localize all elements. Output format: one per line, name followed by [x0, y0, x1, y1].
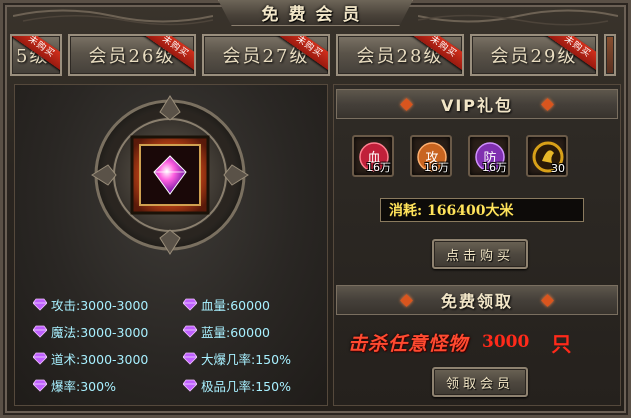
vip-item-defense[interactable]: 防 16万	[468, 135, 510, 177]
stat-text: 攻击:3000-3000	[51, 297, 149, 313]
stat-rare-rate: 极品几率:150%	[183, 376, 323, 394]
tab-level-28[interactable]: 会员28级 未购买	[336, 34, 464, 76]
stat-text: 极品几率:150%	[201, 378, 291, 394]
vip-item-attack[interactable]: 攻 16万	[410, 135, 452, 177]
claim-member-button[interactable]: 领取会员	[432, 367, 528, 397]
item-quantity: 16万	[424, 161, 449, 174]
buy-button[interactable]: 点击购买	[432, 239, 528, 269]
item-quantity: 16万	[366, 161, 391, 174]
diamond-ornament-icon	[541, 97, 554, 111]
kill-requirement: 击杀任意怪物 3000 只	[348, 329, 610, 356]
member-preview-panel: 攻击:3000-3000 血量:60000 魔法:3000-3000 蓝量:60…	[14, 84, 328, 406]
diamond-icon	[33, 325, 47, 338]
stat-hp: 血量:60000	[183, 295, 323, 313]
tab-level-26[interactable]: 会员26级 未购买	[68, 34, 196, 76]
kill-count: 3000	[482, 332, 530, 352]
claim-button-label: 领取会员	[445, 376, 514, 392]
stat-text: 大爆几率:150%	[201, 351, 291, 367]
title-ornament-icon	[13, 9, 213, 26]
stat-taoism: 道术:3000-3000	[33, 349, 183, 367]
tab-level-27[interactable]: 会员27级 未购买	[202, 34, 330, 76]
stat-magic: 魔法:3000-3000	[33, 322, 183, 340]
cost-display: 消耗: 166400大米	[380, 198, 584, 222]
buy-button-label: 点击购买	[445, 248, 514, 264]
diamond-icon	[33, 298, 47, 311]
stat-mp: 蓝量:60000	[183, 322, 323, 340]
stat-text: 血量:60000	[201, 297, 270, 313]
vip-item-blood[interactable]: 血 16万	[352, 135, 394, 177]
free-claim-header: 免费领取	[336, 285, 618, 315]
kill-label: 击杀任意怪物	[348, 332, 469, 355]
title-ornament-icon	[418, 9, 618, 26]
diamond-icon	[33, 352, 47, 365]
tab-level-25[interactable]: 5级 未购买	[10, 34, 62, 76]
item-quantity: 16万	[482, 161, 507, 174]
member-emblem-icon	[91, 95, 249, 255]
stat-drop-rate: 爆率:300%	[33, 376, 183, 394]
kill-unit: 只	[551, 331, 572, 356]
item-quantity: 30	[551, 162, 565, 175]
attribute-list: 攻击:3000-3000 血量:60000 魔法:3000-3000 蓝量:60…	[33, 295, 323, 394]
diamond-ornament-icon	[400, 293, 413, 307]
stat-text: 蓝量:60000	[201, 324, 270, 340]
level-tabs: 5级 未购买 会员26级 未购买 会员27级 未购买 会员28级 未购买 会员2…	[10, 34, 621, 76]
tab-level-29[interactable]: 会员29级 未购买	[470, 34, 598, 76]
cost-text: 消耗: 166400大米	[389, 203, 514, 219]
diamond-ornament-icon	[400, 97, 413, 111]
stat-big-drop-rate: 大爆几率:150%	[183, 349, 323, 367]
tab-scroll-right[interactable]	[604, 34, 616, 76]
vip-item-gold-shield[interactable]: 30	[526, 135, 568, 177]
diamond-icon	[33, 379, 47, 392]
diamond-ornament-icon	[541, 293, 554, 307]
stat-text: 魔法:3000-3000	[51, 324, 149, 340]
free-claim-title: 免费领取	[440, 292, 513, 311]
vip-pack-header: VIP礼包	[336, 89, 618, 119]
vip-pack-title: VIP礼包	[440, 96, 514, 115]
reward-panel: VIP礼包 血 16万 攻 16万 防 16万 30 消耗: 166400大米 …	[333, 84, 621, 406]
stat-attack: 攻击:3000-3000	[33, 295, 183, 313]
window-title-bar: 免费会员	[218, 0, 413, 26]
stat-text: 道术:3000-3000	[51, 351, 149, 367]
vip-pack-items: 血 16万 攻 16万 防 16万 30	[352, 135, 568, 177]
diamond-icon	[183, 379, 197, 392]
stat-text: 爆率:300%	[51, 378, 116, 394]
diamond-icon	[183, 352, 197, 365]
diamond-icon	[183, 325, 197, 338]
diamond-icon	[183, 298, 197, 311]
window-title: 免费会员	[261, 5, 370, 25]
